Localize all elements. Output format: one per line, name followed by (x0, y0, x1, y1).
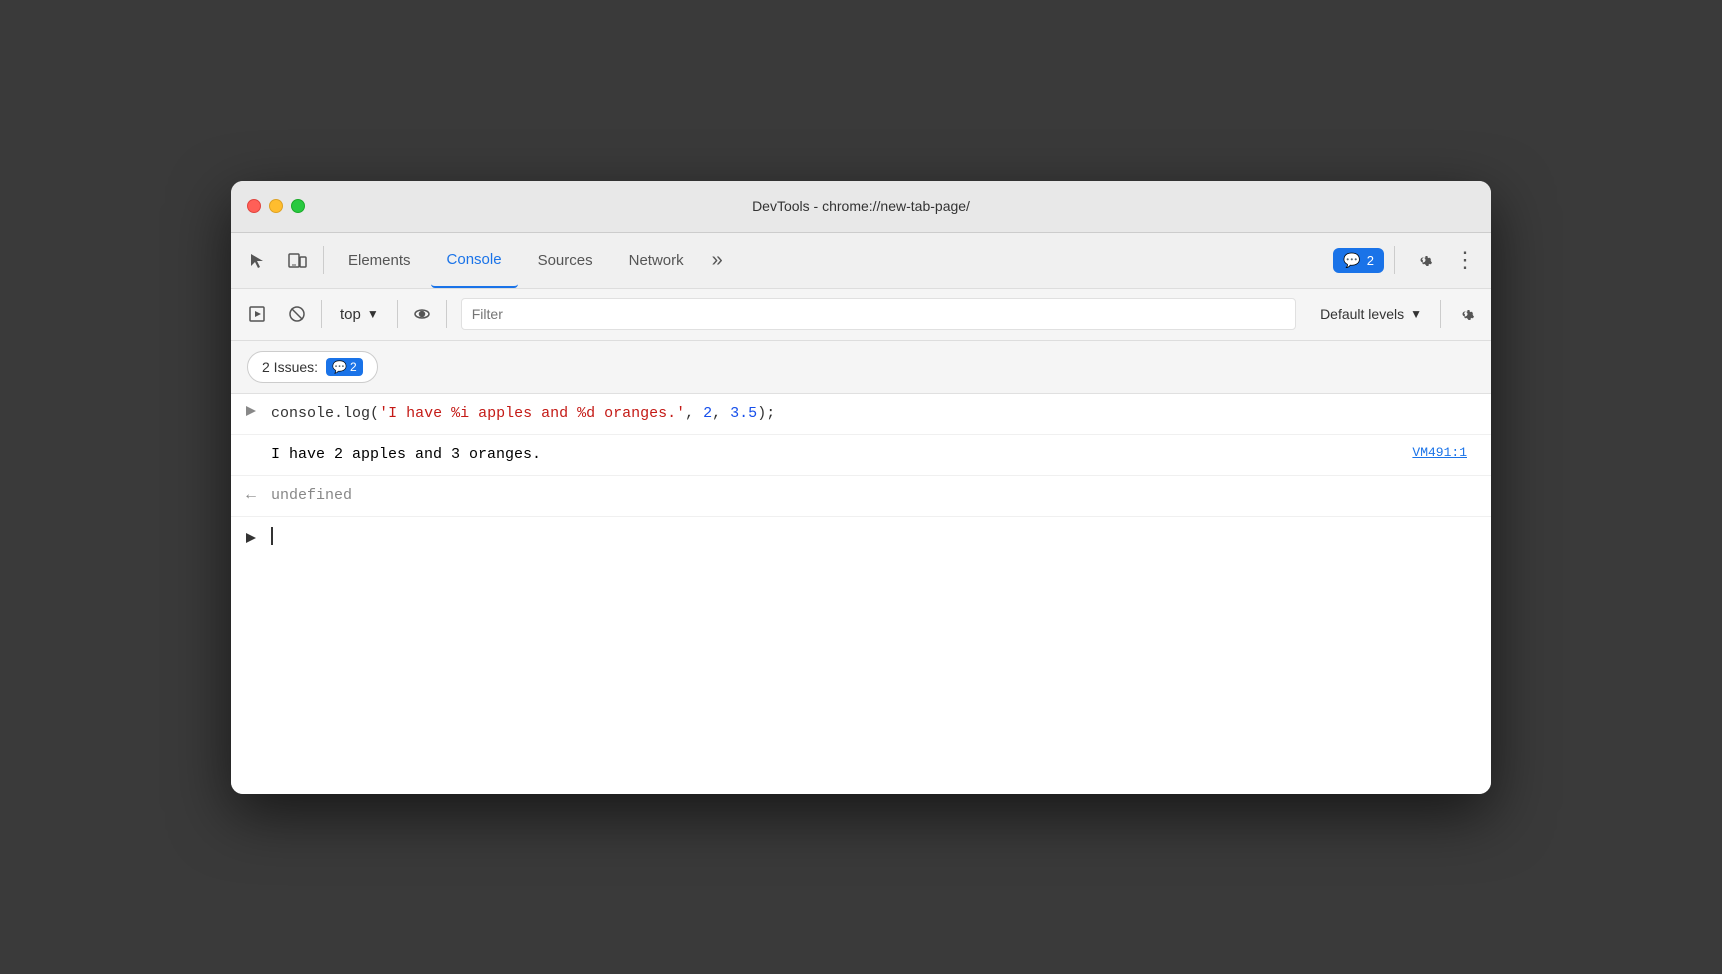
context-selector[interactable]: top ▼ (328, 300, 391, 329)
title-bar: DevTools - chrome://new-tab-page/ (231, 181, 1491, 233)
console-log-code[interactable]: console.log('I have %i apples and %d ora… (271, 402, 1483, 426)
issues-badge-button[interactable]: 💬 2 (1333, 248, 1384, 273)
console-source-link[interactable]: VM491:1 (1412, 443, 1483, 460)
device-toolbar-icon-button[interactable] (279, 242, 315, 278)
issues-pill-prefix: 2 Issues: (262, 359, 318, 375)
toolbar-divider-4 (1440, 300, 1441, 328)
console-return-arrow: ← (231, 484, 271, 504)
console-output-arrow (231, 443, 271, 445)
tab-bar-right: 💬 2 ⋮ (1333, 242, 1483, 278)
window-title: DevTools - chrome://new-tab-page/ (752, 198, 970, 214)
code-num-1: 2 (703, 405, 712, 422)
toolbar-divider-2 (397, 300, 398, 328)
run-button[interactable] (239, 296, 275, 332)
code-num-2: 3.5 (730, 405, 757, 422)
log-level-dropdown-icon: ▼ (1410, 307, 1422, 321)
clear-console-button[interactable] (279, 296, 315, 332)
issues-badge-count: 2 (1367, 253, 1374, 268)
issues-badge-icon: 💬 (1343, 252, 1360, 269)
text-cursor (271, 527, 273, 545)
console-settings-button[interactable] (1447, 296, 1483, 332)
maximize-button[interactable] (291, 199, 305, 213)
console-output: console.log('I have %i apples and %d ora… (231, 394, 1491, 794)
tab-network[interactable]: Network (613, 233, 700, 288)
log-level-label: Default levels (1320, 306, 1404, 322)
tab-elements[interactable]: Elements (332, 233, 427, 288)
more-options-icon: ⋮ (1454, 247, 1476, 273)
context-label: top (340, 306, 361, 323)
more-options-button[interactable]: ⋮ (1447, 242, 1483, 278)
inspect-icon-button[interactable] (239, 242, 275, 278)
tab-bar: Elements Console Sources Network » 💬 2 (231, 233, 1491, 289)
context-dropdown-icon: ▼ (367, 307, 379, 321)
filter-input[interactable] (461, 298, 1296, 330)
console-input-arrow[interactable] (231, 402, 271, 418)
issues-pill-button[interactable]: 2 Issues: 💬 2 (247, 351, 378, 383)
code-string-arg: 'I have %i apples and %d oranges.' (379, 405, 685, 422)
issues-pill-count: 2 (350, 360, 357, 374)
issues-pill-icon: 💬 2 (326, 358, 363, 376)
live-expressions-button[interactable] (404, 296, 440, 332)
minimize-button[interactable] (269, 199, 283, 213)
toolbar-divider-1 (321, 300, 322, 328)
code-console: console (271, 405, 334, 422)
devtools-window: DevTools - chrome://new-tab-page/ Elemen… (231, 181, 1491, 794)
console-return-value: undefined (271, 484, 1483, 508)
console-return-line: ← undefined (231, 476, 1491, 517)
traffic-lights (247, 199, 305, 213)
console-toolbar: top ▼ Default levels ▼ (231, 289, 1491, 341)
issues-bar: 2 Issues: 💬 2 (231, 341, 1491, 394)
tab-bar-right-divider (1394, 246, 1395, 274)
console-output-text: I have 2 apples and 3 oranges. (271, 443, 1412, 467)
issues-pill-chat-icon: 💬 (332, 360, 347, 374)
console-prompt-arrow (231, 529, 271, 545)
more-tabs-button[interactable]: » (704, 245, 731, 276)
tab-bar-divider (323, 246, 324, 274)
toolbar-divider-3 (446, 300, 447, 328)
tab-sources[interactable]: Sources (522, 233, 609, 288)
close-button[interactable] (247, 199, 261, 213)
settings-button[interactable] (1405, 242, 1441, 278)
log-level-selector[interactable]: Default levels ▼ (1308, 300, 1434, 328)
console-log-input-line: console.log('I have %i apples and %d ora… (231, 394, 1491, 435)
tab-console[interactable]: Console (431, 233, 518, 288)
console-input-prompt[interactable] (231, 517, 1491, 557)
console-prompt-input[interactable] (271, 525, 1483, 549)
console-log-output-line: I have 2 apples and 3 oranges. VM491:1 (231, 435, 1491, 476)
